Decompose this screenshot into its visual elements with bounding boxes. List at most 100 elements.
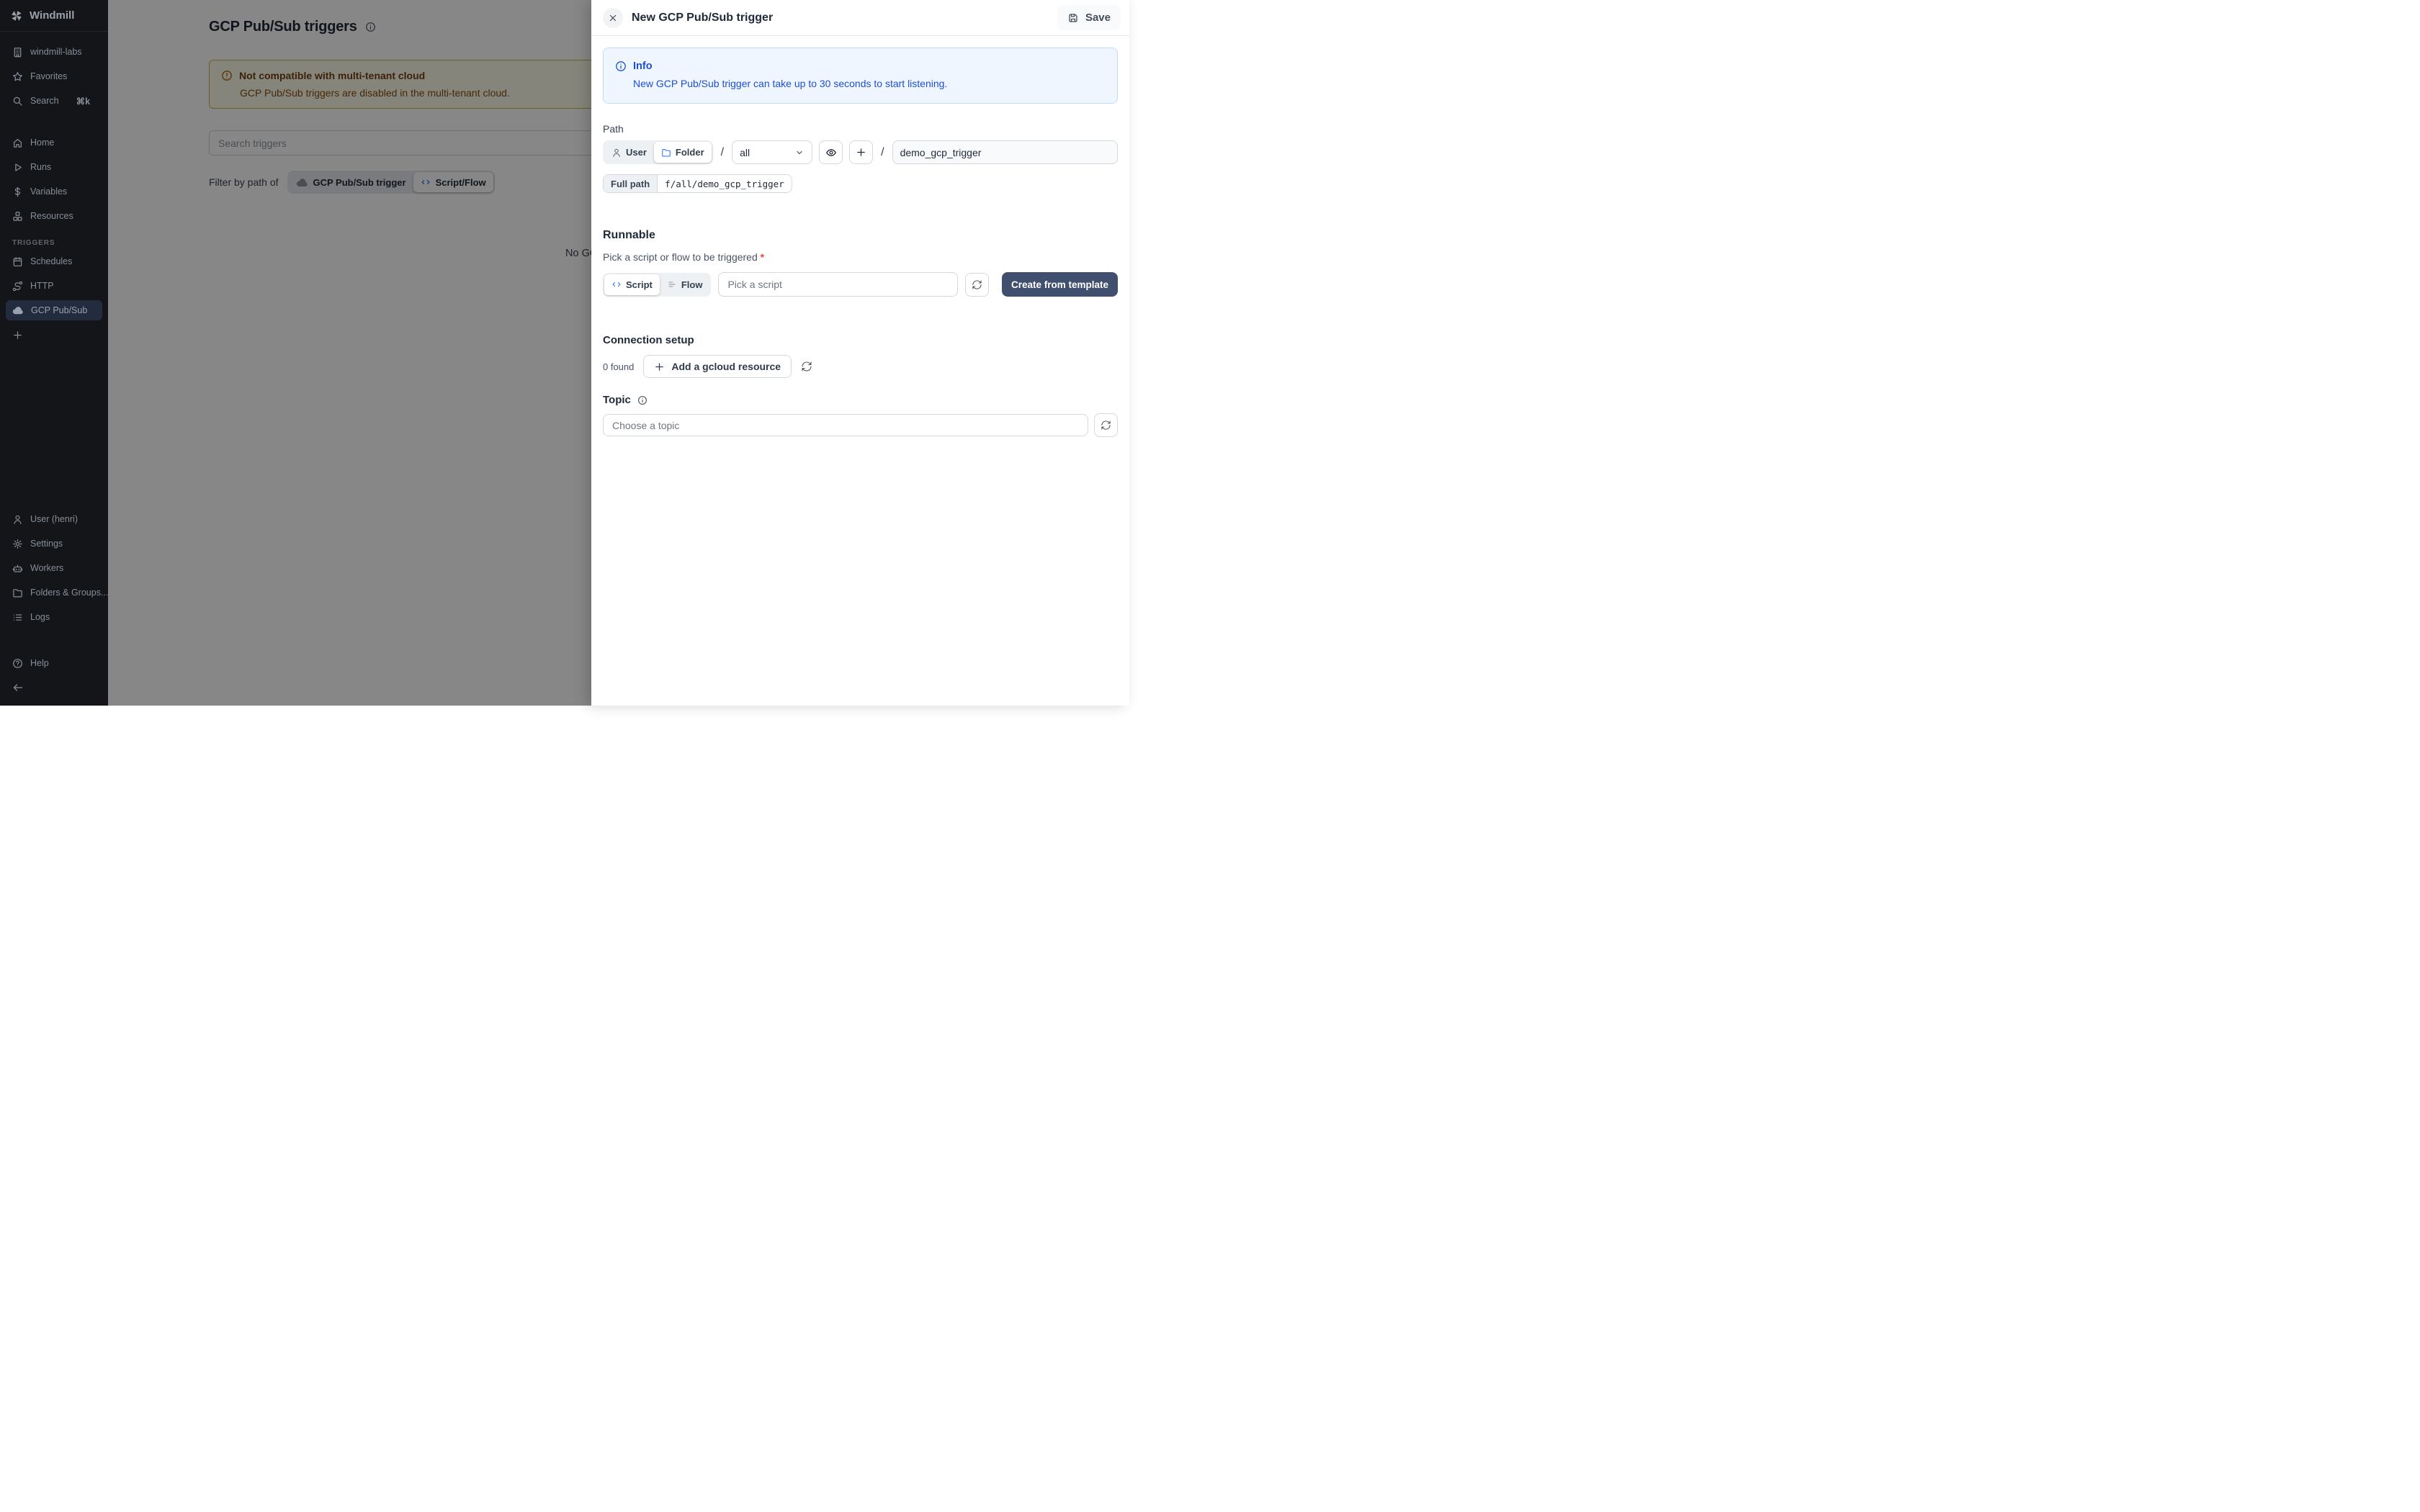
save-button-label: Save bbox=[1085, 12, 1111, 24]
close-drawer-button[interactable] bbox=[603, 8, 623, 28]
sidebar-item-gcp-pubsub[interactable]: GCP Pub/Sub bbox=[6, 300, 102, 320]
dollar-icon bbox=[12, 186, 23, 197]
add-gcloud-resource-label: Add a gcloud resource bbox=[671, 361, 781, 372]
runnable-heading: Runnable bbox=[603, 229, 1118, 242]
sidebar-item-home[interactable]: Home bbox=[6, 132, 102, 153]
info-alert-body: New GCP Pub/Sub trigger can take up to 3… bbox=[633, 78, 1106, 89]
kind-script-label: Script bbox=[626, 279, 653, 290]
refresh-icon bbox=[1101, 420, 1111, 431]
kind-toggle-flow[interactable]: Flow bbox=[660, 274, 710, 295]
topic-placeholder: Choose a topic bbox=[612, 420, 679, 431]
app-logo[interactable]: Windmill bbox=[0, 0, 108, 32]
info-alert-title: Info bbox=[633, 60, 653, 72]
owner-toggle-folder[interactable]: Folder bbox=[654, 142, 712, 163]
favorites-label: Favorites bbox=[30, 71, 67, 81]
sidebar-item-add-trigger[interactable] bbox=[6, 325, 102, 345]
calendar-icon bbox=[12, 256, 23, 267]
sidebar-item-http[interactable]: HTTP bbox=[6, 276, 102, 296]
plus-icon bbox=[12, 330, 23, 341]
save-button[interactable]: Save bbox=[1057, 5, 1121, 30]
play-icon bbox=[12, 162, 23, 173]
refresh-icon bbox=[801, 361, 812, 372]
path-separator: / bbox=[720, 146, 725, 159]
folder-select[interactable]: all bbox=[732, 140, 812, 164]
settings-label: Settings bbox=[30, 539, 63, 549]
folders-groups-label: Folders & Groups... bbox=[30, 588, 108, 598]
path-separator: / bbox=[879, 146, 885, 159]
sidebar-item-workers[interactable]: Workers bbox=[6, 558, 102, 578]
topic-info-icon[interactable] bbox=[637, 395, 647, 405]
folder-icon bbox=[661, 148, 671, 158]
cloud-icon bbox=[12, 305, 24, 316]
gcp-pubsub-label: GCP Pub/Sub bbox=[31, 305, 87, 315]
sidebar-item-favorites[interactable]: Favorites bbox=[6, 66, 102, 86]
path-label: Path bbox=[603, 123, 1118, 135]
sidebar-item-workspace[interactable]: windmill-labs bbox=[6, 42, 102, 62]
owner-user-label: User bbox=[626, 147, 647, 158]
drawer-title: New GCP Pub/Sub trigger bbox=[632, 12, 773, 24]
full-path-value: f/all/demo_gcp_trigger bbox=[658, 175, 792, 192]
gear-icon bbox=[12, 539, 23, 549]
flow-icon bbox=[667, 279, 677, 289]
required-asterisk: * bbox=[761, 251, 764, 263]
refresh-topics-button[interactable] bbox=[1094, 413, 1118, 437]
owner-toggle-user[interactable]: User bbox=[604, 142, 654, 163]
owner-folder-label: Folder bbox=[676, 147, 704, 158]
info-alert: Info New GCP Pub/Sub trigger can take up… bbox=[603, 48, 1118, 104]
connection-setup-heading: Connection setup bbox=[603, 334, 1118, 346]
search-shortcut: ⌘k bbox=[76, 96, 90, 107]
connection-row: 0 found Add a gcloud resource bbox=[603, 355, 1118, 378]
topic-heading-row: Topic bbox=[603, 394, 1118, 406]
refresh-icon bbox=[972, 279, 982, 290]
sidebar-item-search[interactable]: Search ⌘k bbox=[6, 91, 102, 111]
runnable-kind-toggle: Script Flow bbox=[603, 273, 711, 297]
view-folder-button[interactable] bbox=[819, 140, 843, 164]
runnable-sub-text: Pick a script or flow to be triggered bbox=[603, 251, 761, 263]
triggers-section-label: TRIGGERS bbox=[12, 239, 108, 247]
drawer-header: New GCP Pub/Sub trigger Save bbox=[591, 0, 1129, 36]
eye-icon bbox=[825, 147, 837, 158]
create-from-template-button[interactable]: Create from template bbox=[1002, 272, 1118, 297]
windmill-logo-icon bbox=[10, 9, 23, 22]
sidebar-item-runs[interactable]: Runs bbox=[6, 157, 102, 177]
workspace-label: windmill-labs bbox=[30, 47, 82, 57]
sidebar-item-resources[interactable]: Resources bbox=[6, 206, 102, 226]
topic-row: Choose a topic bbox=[603, 413, 1118, 437]
runnable-row: Script Flow Create from template bbox=[603, 272, 1118, 297]
logs-label: Logs bbox=[30, 612, 50, 622]
home-label: Home bbox=[30, 138, 54, 148]
sidebar-item-folders-groups[interactable]: Folders & Groups... bbox=[6, 582, 102, 603]
arrow-left-icon bbox=[12, 682, 24, 693]
route-icon bbox=[12, 281, 23, 292]
folder-icon bbox=[12, 588, 23, 598]
save-icon bbox=[1067, 12, 1079, 24]
new-gcp-trigger-drawer: New GCP Pub/Sub trigger Save Info New GC… bbox=[591, 0, 1129, 706]
trigger-name-input[interactable] bbox=[892, 140, 1118, 164]
star-icon bbox=[12, 71, 23, 82]
sidebar: Windmill windmill-labs Favorites Search … bbox=[0, 0, 108, 706]
schedules-label: Schedules bbox=[30, 256, 72, 266]
kind-flow-label: Flow bbox=[681, 279, 703, 290]
plus-icon bbox=[654, 361, 665, 372]
sidebar-item-variables[interactable]: Variables bbox=[6, 181, 102, 202]
close-icon bbox=[608, 13, 618, 23]
user-icon bbox=[611, 148, 622, 158]
pick-script-input[interactable] bbox=[718, 272, 958, 297]
collapse-sidebar-button[interactable] bbox=[6, 678, 102, 698]
sidebar-item-settings[interactable]: Settings bbox=[6, 534, 102, 554]
home-icon bbox=[12, 138, 23, 148]
refresh-scripts-button[interactable] bbox=[965, 273, 989, 297]
sidebar-item-help[interactable]: Help bbox=[6, 653, 102, 673]
refresh-resources-button[interactable] bbox=[801, 361, 812, 372]
topic-select[interactable]: Choose a topic bbox=[603, 414, 1088, 436]
add-folder-button[interactable] bbox=[849, 140, 873, 164]
sidebar-item-schedules[interactable]: Schedules bbox=[6, 251, 102, 271]
sidebar-item-logs[interactable]: Logs bbox=[6, 607, 102, 627]
add-gcloud-resource-button[interactable]: Add a gcloud resource bbox=[643, 355, 792, 378]
user-icon bbox=[12, 514, 23, 525]
bot-icon bbox=[12, 563, 23, 574]
user-label: User (henri) bbox=[30, 514, 78, 524]
create-from-template-label: Create from template bbox=[1011, 279, 1108, 290]
kind-toggle-script[interactable]: Script bbox=[604, 274, 660, 295]
sidebar-item-user[interactable]: User (henri) bbox=[6, 509, 102, 529]
